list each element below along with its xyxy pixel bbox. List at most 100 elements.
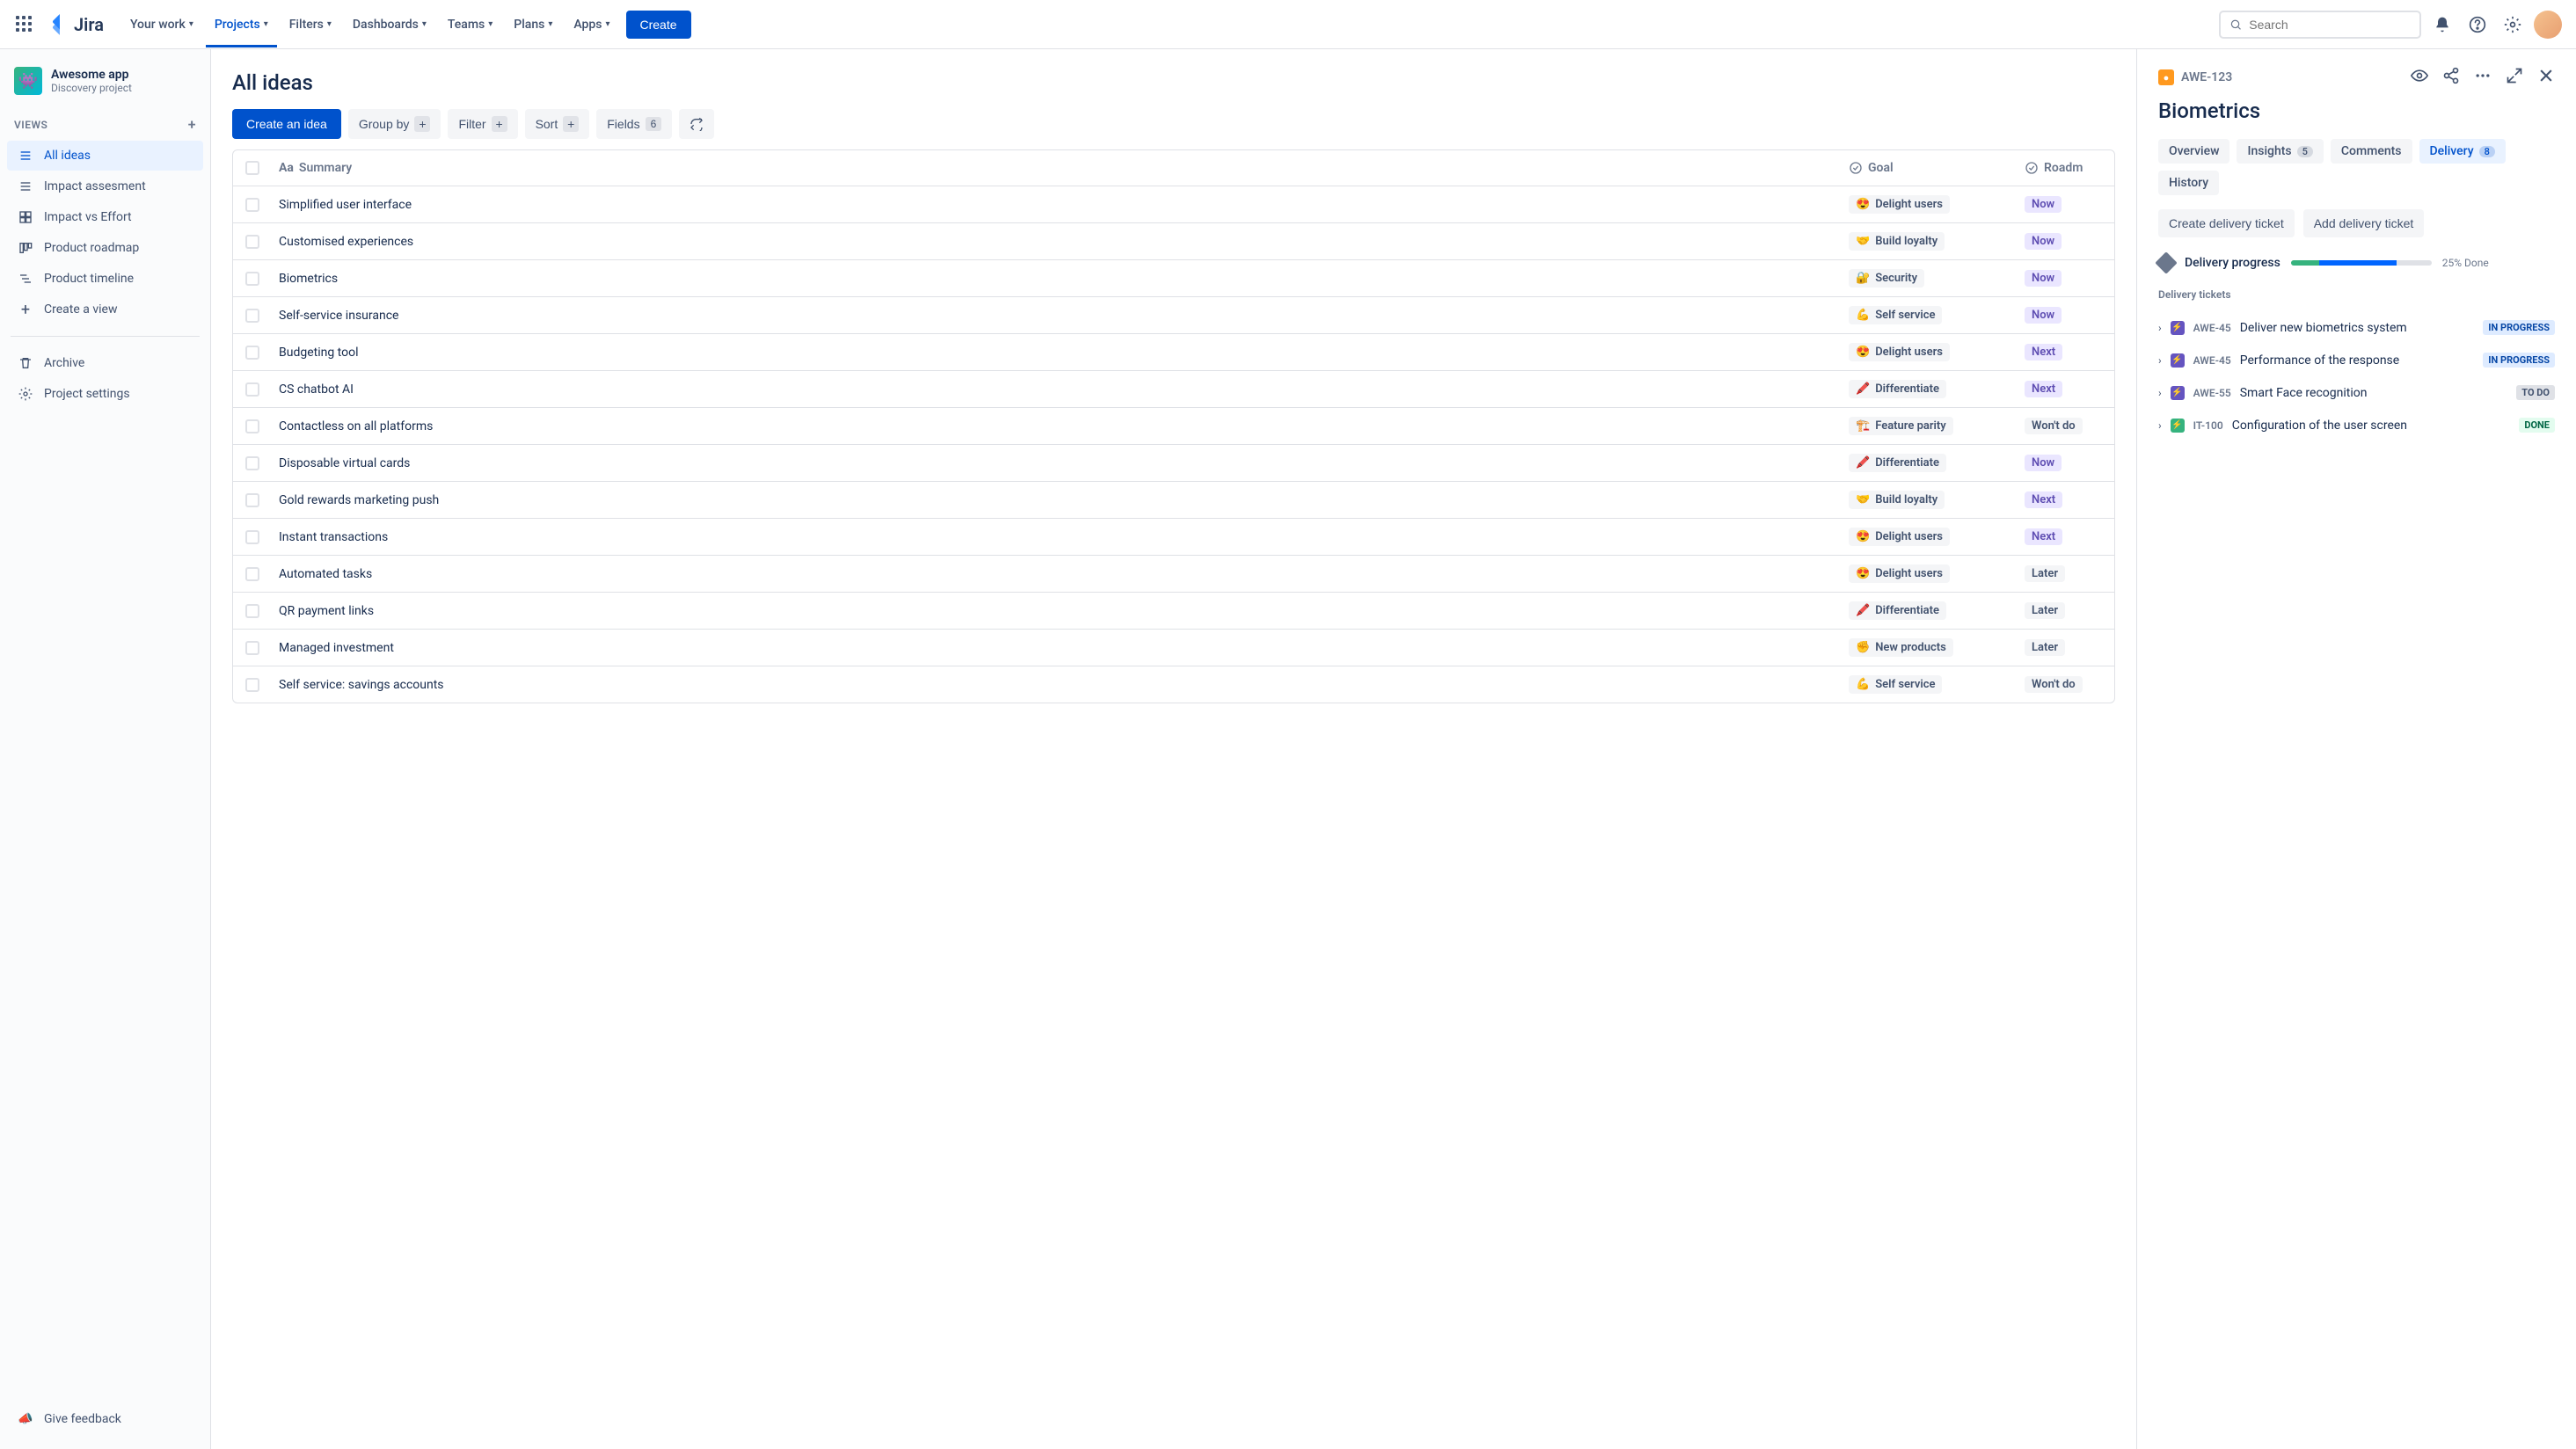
board-icon (18, 240, 33, 256)
row-checkbox[interactable] (245, 198, 259, 212)
text-icon: Aa (279, 161, 294, 175)
row-checkbox[interactable] (245, 456, 259, 470)
project-type: Discovery project (51, 82, 132, 94)
nav-item-plans[interactable]: Plans▾ (505, 2, 561, 47)
sidebar-view-impact-vs-effort[interactable]: Impact vs Effort (7, 202, 203, 232)
create-button[interactable]: Create (626, 11, 691, 39)
profile-avatar[interactable] (2534, 11, 2562, 39)
delivery-ticket[interactable]: › ⚡ AWE-45 Deliver new biometrics system… (2158, 311, 2555, 344)
nav-item-dashboards[interactable]: Dashboards▾ (344, 2, 435, 47)
tab-delivery[interactable]: Delivery8 (2419, 139, 2506, 164)
chevron-right-icon[interactable]: › (2158, 387, 2162, 399)
chevron-right-icon[interactable]: › (2158, 322, 2162, 334)
tab-history[interactable]: History (2158, 171, 2219, 195)
app-switcher-icon[interactable] (14, 14, 35, 35)
table-row[interactable]: Biometrics 🔐Security Now (233, 260, 2114, 297)
help-icon[interactable] (2463, 11, 2492, 39)
share-icon[interactable] (2442, 67, 2460, 88)
create-idea-button[interactable]: Create an idea (232, 109, 341, 139)
row-checkbox[interactable] (245, 272, 259, 286)
table-row[interactable]: Gold rewards marketing push 🤝Build loyal… (233, 482, 2114, 519)
row-checkbox[interactable] (245, 382, 259, 397)
goal-tag: 😍Delight users (1849, 564, 1950, 583)
jira-logo[interactable]: Jira (49, 14, 104, 35)
sidebar-view-all-ideas[interactable]: All ideas (7, 141, 203, 171)
row-checkbox[interactable] (245, 419, 259, 433)
table-row[interactable]: CS chatbot AI 🖍️Differentiate Next (233, 371, 2114, 408)
nav-item-teams[interactable]: Teams▾ (439, 2, 501, 47)
gear-icon (18, 386, 33, 402)
fields-button[interactable]: Fields6 (596, 109, 672, 139)
filter-button[interactable]: Filter+ (448, 109, 517, 139)
megaphone-icon: 📣 (18, 1411, 33, 1427)
row-checkbox[interactable] (245, 530, 259, 544)
goal-tag: 🔐Security (1849, 269, 1924, 288)
search-box[interactable] (2219, 11, 2421, 39)
row-checkbox[interactable] (245, 493, 259, 507)
notifications-icon[interactable] (2428, 11, 2456, 39)
automation-icon (690, 117, 704, 131)
sidebar-view-product-roadmap[interactable]: Product roadmap (7, 233, 203, 263)
table-row[interactable]: Contactless on all platforms 🏗️Feature p… (233, 408, 2114, 445)
chevron-right-icon[interactable]: › (2158, 419, 2162, 432)
issue-key[interactable]: AWE-123 (2181, 70, 2232, 84)
table-row[interactable]: Self-service insurance 💪Self service Now (233, 297, 2114, 334)
row-checkbox[interactable] (245, 235, 259, 249)
table-row[interactable]: Customised experiences 🤝Build loyalty No… (233, 223, 2114, 260)
tab-comments[interactable]: Comments (2331, 139, 2412, 164)
roadmap-tag: Next (2025, 491, 2062, 508)
table-row[interactable]: Managed investment ✊New products Later (233, 630, 2114, 666)
settings-icon[interactable] (2499, 11, 2527, 39)
table-row[interactable]: Self service: savings accounts 💪Self ser… (233, 666, 2114, 703)
group-by-button[interactable]: Group by+ (348, 109, 441, 139)
sidebar-project-settings[interactable]: Project settings (7, 379, 203, 409)
table-row[interactable]: Disposable virtual cards 🖍️Differentiate… (233, 445, 2114, 482)
close-icon[interactable] (2537, 67, 2555, 88)
watch-icon[interactable] (2411, 67, 2428, 88)
sidebar-archive[interactable]: Archive (7, 348, 203, 378)
automation-button[interactable] (679, 109, 714, 139)
jira-logo-icon (49, 14, 70, 35)
row-checkbox[interactable] (245, 678, 259, 692)
progress-label: Delivery progress (2185, 256, 2280, 270)
select-all-checkbox[interactable] (245, 161, 259, 175)
add-delivery-ticket-button[interactable]: Add delivery ticket (2303, 209, 2425, 237)
delivery-ticket[interactable]: › ⚡ IT-100 Configuration of the user scr… (2158, 409, 2555, 441)
nav-item-filters[interactable]: Filters▾ (281, 2, 340, 47)
row-checkbox[interactable] (245, 346, 259, 360)
table-row[interactable]: QR payment links 🖍️Differentiate Later (233, 593, 2114, 630)
table-row[interactable]: Simplified user interface 😍Delight users… (233, 186, 2114, 223)
row-summary: Simplified user interface (272, 189, 1842, 221)
table-row[interactable]: Automated tasks 😍Delight users Later (233, 556, 2114, 593)
goal-tag: 🖍️Differentiate (1849, 454, 1946, 472)
more-icon[interactable] (2474, 67, 2492, 88)
tab-insights[interactable]: Insights5 (2237, 139, 2323, 164)
tab-overview[interactable]: Overview (2158, 139, 2229, 164)
table-row[interactable]: Budgeting tool 😍Delight users Next (233, 334, 2114, 371)
ticket-type-icon: ⚡ (2171, 419, 2185, 433)
row-checkbox[interactable] (245, 604, 259, 618)
nav-item-your-work[interactable]: Your work▾ (121, 2, 202, 47)
row-checkbox[interactable] (245, 309, 259, 323)
add-view-icon[interactable]: + (188, 116, 196, 133)
expand-icon[interactable] (2506, 67, 2523, 88)
sidebar-view-product-timeline[interactable]: Product timeline (7, 264, 203, 294)
delivery-ticket[interactable]: › ⚡ AWE-55 Smart Face recognition TO DO (2158, 376, 2555, 409)
project-header[interactable]: 👾 Awesome app Discovery project (7, 63, 203, 109)
row-checkbox[interactable] (245, 567, 259, 581)
delivery-ticket[interactable]: › ⚡ AWE-45 Performance of the response I… (2158, 344, 2555, 376)
row-summary: Disposable virtual cards (272, 448, 1842, 479)
search-input[interactable] (2249, 18, 2411, 32)
nav-item-apps[interactable]: Apps▾ (565, 2, 618, 47)
nav-item-projects[interactable]: Projects▾ (206, 12, 277, 47)
sidebar-view-create-a-view[interactable]: +Create a view (7, 295, 203, 324)
table-row[interactable]: Instant transactions 😍Delight users Next (233, 519, 2114, 556)
sort-button[interactable]: Sort+ (525, 109, 590, 139)
chevron-right-icon[interactable]: › (2158, 354, 2162, 367)
create-delivery-ticket-button[interactable]: Create delivery ticket (2158, 209, 2295, 237)
row-summary: Self service: savings accounts (272, 669, 1842, 701)
sidebar-view-impact-assesment[interactable]: Impact assesment (7, 171, 203, 201)
roadmap-tag: Later (2025, 602, 2065, 619)
row-checkbox[interactable] (245, 641, 259, 655)
give-feedback[interactable]: 📣 Give feedback (7, 1404, 203, 1434)
